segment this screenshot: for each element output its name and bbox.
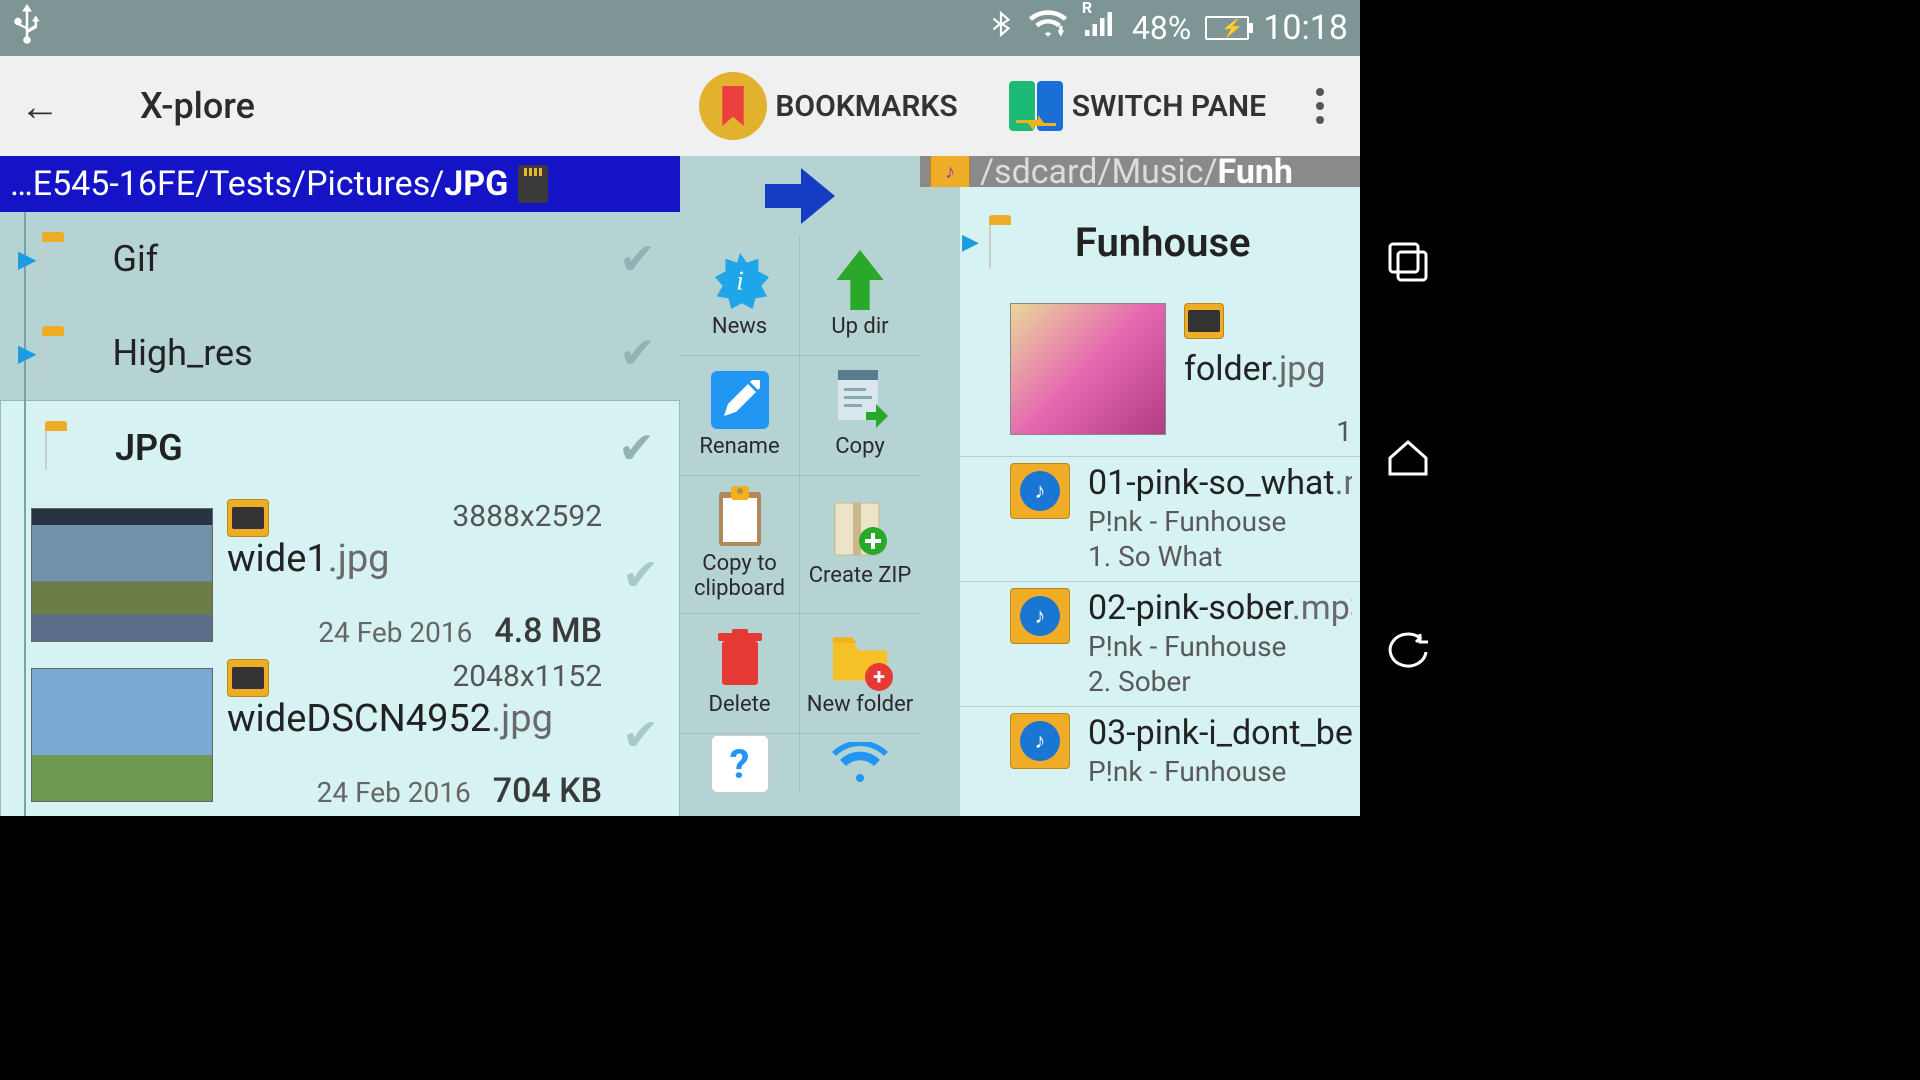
action-wifi[interactable] xyxy=(800,734,920,794)
home-icon[interactable] xyxy=(1386,438,1430,482)
action-news[interactable]: i News xyxy=(680,236,800,356)
action-copy[interactable]: Copy xyxy=(800,356,920,476)
signal-icon: R xyxy=(1082,8,1118,48)
bookmarks-button[interactable]: BOOKMARKS xyxy=(699,72,957,140)
track-row[interactable]: ♪ 02-pink-sober.mp3 P!nk - Funhouse 2. S… xyxy=(960,581,1360,706)
switch-pane-button[interactable]: SWITCH PANE xyxy=(1008,81,1266,131)
folder-open-icon xyxy=(45,427,97,469)
wifi-icon xyxy=(1028,8,1068,48)
app-bar: ← X-plore BOOKMARKS SWITCH PANE xyxy=(0,56,1360,156)
track-row[interactable]: ♪ 01-pink-so_what.mp P!nk - Funhouse 1. … xyxy=(960,456,1360,581)
back-nav-icon[interactable] xyxy=(1386,632,1430,676)
usb-icon xyxy=(12,4,42,52)
action-new-folder[interactable]: + New folder xyxy=(800,614,920,734)
audio-icon: ♪ xyxy=(1010,713,1070,769)
action-help[interactable]: ? xyxy=(680,734,800,794)
back-icon[interactable]: ← xyxy=(20,83,60,130)
copy-icon xyxy=(831,371,889,429)
music-folder-icon: ♪ xyxy=(930,156,970,187)
check-icon[interactable]: ✔ xyxy=(622,709,659,761)
file-size: 4.8 MB xyxy=(494,611,602,651)
bluetooth-icon xyxy=(988,6,1014,50)
action-rename[interactable]: Rename xyxy=(680,356,800,476)
image-badge-icon xyxy=(227,659,269,697)
action-create-zip[interactable]: Create ZIP xyxy=(800,476,920,614)
check-icon[interactable]: ✔ xyxy=(618,422,655,474)
bookmark-icon xyxy=(699,72,767,140)
image-badge-icon xyxy=(227,499,269,537)
folder-highres[interactable]: ▶ High_res ✔ xyxy=(46,306,680,400)
audio-icon: ♪ xyxy=(1010,463,1070,519)
left-pane: …E545-16FE/Tests/Pictures/JPG ▶ Gif ✔ ▶ … xyxy=(0,156,680,816)
folder-icon xyxy=(42,332,94,374)
audio-icon: ♪ xyxy=(1010,588,1070,644)
new-folder-icon: + xyxy=(831,629,889,687)
help-icon: ? xyxy=(711,735,769,793)
svg-text:i: i xyxy=(736,266,744,296)
up-arrow-icon xyxy=(831,251,889,309)
image-badge-icon xyxy=(1184,303,1224,339)
action-updir[interactable]: Up dir xyxy=(800,236,920,356)
file-date: 24 Feb 2016 xyxy=(317,776,471,809)
switch-pane-icon xyxy=(1008,81,1064,131)
action-delete[interactable]: Delete xyxy=(680,614,800,734)
track-row[interactable]: ♪ 03-pink-i_dont_believe_you. P!nk - Fun… xyxy=(960,706,1360,796)
battery-icon: ⚡ xyxy=(1205,16,1249,40)
wifi-icon xyxy=(831,735,889,793)
zip-icon xyxy=(831,500,889,558)
folder-gif[interactable]: ▶ Gif ✔ xyxy=(46,212,680,306)
file-size: 704 KB xyxy=(493,771,602,811)
check-icon[interactable]: ✔ xyxy=(619,233,656,285)
file-row[interactable]: 2048x1152 wideDSCN4952.jpg 24 Feb 2016 7… xyxy=(1,655,679,815)
action-column: i News Up dir Rename xyxy=(680,156,920,816)
file-row[interactable]: 3888x2592 wide1.jpg 24 Feb 2016 4.8 MB ✔ xyxy=(1,495,679,655)
battery-percent: 48% xyxy=(1132,9,1191,47)
sdcard-icon xyxy=(518,165,548,203)
folder-icon xyxy=(42,238,94,280)
recents-icon[interactable] xyxy=(1386,240,1430,288)
left-path-bar[interactable]: …E545-16FE/Tests/Pictures/JPG xyxy=(0,156,680,212)
thumbnail xyxy=(31,508,213,642)
right-pane: ♪ /sdcard/Music/Funh ▶ Funhouse xyxy=(920,156,1360,816)
image-dimensions: 2048x1152 xyxy=(452,659,602,694)
check-icon[interactable]: ✔ xyxy=(622,549,659,601)
collapse-icon[interactable]: ▶ xyxy=(962,230,979,255)
status-bar: R 48% ⚡ 10:18 xyxy=(0,0,1360,56)
system-nav-bar xyxy=(1360,0,1456,816)
expand-icon[interactable]: ▶ xyxy=(18,339,36,367)
expand-icon[interactable]: ▶ xyxy=(18,245,36,273)
file-row[interactable]: 2048x1152 xyxy=(1,815,679,816)
folder-funhouse[interactable]: ▶ Funhouse xyxy=(960,187,1360,297)
thumbnail xyxy=(31,668,213,802)
folder-icon xyxy=(989,221,1041,263)
check-icon[interactable]: ✔ xyxy=(619,327,656,379)
news-icon: i xyxy=(711,251,769,309)
clock: 10:18 xyxy=(1263,8,1348,48)
clipboard-icon xyxy=(711,488,769,546)
folder-jpg[interactable]: JPG ✔ xyxy=(1,401,679,495)
pencil-icon xyxy=(711,371,769,429)
file-cover[interactable]: folder.jpg 1 xyxy=(960,297,1360,456)
overflow-menu-icon[interactable] xyxy=(1286,88,1340,124)
folder-jpg-expanded: JPG ✔ 3888x2592 wide1.jpg 24 Fe xyxy=(0,400,680,816)
direction-arrow-icon[interactable] xyxy=(680,156,920,236)
action-copy-clipboard[interactable]: Copy to clipboard xyxy=(680,476,800,614)
right-path-bar[interactable]: ♪ /sdcard/Music/Funh xyxy=(920,156,1360,187)
album-art-thumbnail xyxy=(1010,303,1166,435)
app-title: X-plore xyxy=(140,85,255,127)
image-dimensions: 3888x2592 xyxy=(452,499,602,534)
file-date: 24 Feb 2016 xyxy=(318,616,472,649)
trash-icon xyxy=(711,629,769,687)
